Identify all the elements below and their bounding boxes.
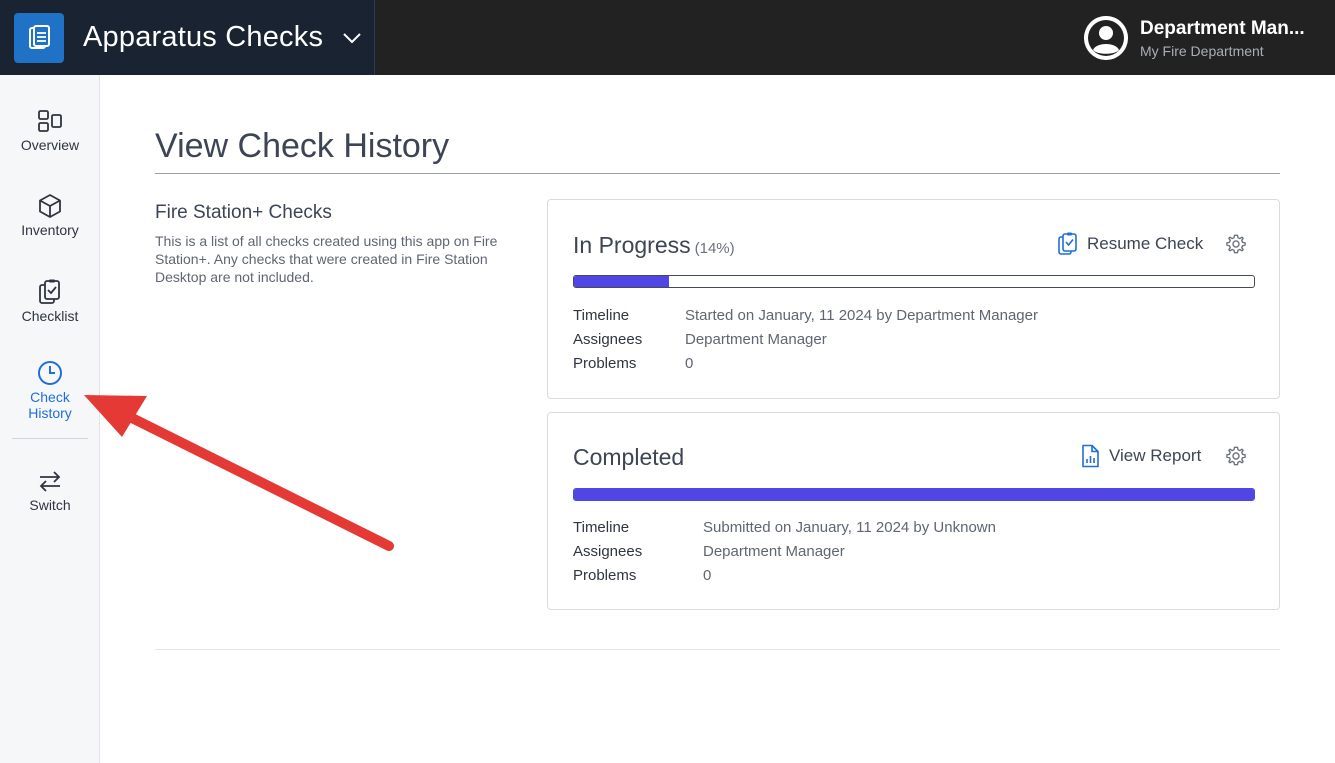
card-status: Completed [573, 444, 685, 470]
problems-value: 0 [685, 355, 694, 372]
view-report-label: View Report [1109, 446, 1202, 465]
sidebar-item-label: Inventory [21, 222, 79, 238]
check-card-completed: Completed View Report Timeline Submitted… [547, 412, 1280, 610]
sidebar-item-label: Check [30, 389, 70, 405]
problems-value: 0 [703, 567, 712, 584]
user-circle-icon [1084, 16, 1128, 60]
timeline-label: Timeline [573, 519, 630, 536]
check-card-in-progress: In Progress (14%) Resume Check Timeline … [547, 199, 1280, 399]
view-report-button[interactable]: View Report [1079, 444, 1201, 468]
file-chart-icon [1082, 444, 1099, 468]
timeline-label: Timeline [573, 307, 630, 324]
sidebar-item-overview[interactable]: Overview [0, 107, 100, 153]
chevron-down-icon[interactable] [340, 26, 364, 50]
sidebar-item-label: Switch [29, 497, 71, 513]
card-percent: (14%) [694, 240, 735, 257]
timeline-value: Started on January, 11 2024 by Departmen… [685, 307, 1038, 324]
sidebar-divider [12, 438, 88, 439]
sidebar-item-checklist[interactable]: Checklist [0, 278, 100, 324]
resume-check-button[interactable]: Resume Check [1057, 232, 1203, 256]
cube-icon [39, 194, 61, 218]
clipboard-check-icon [39, 279, 60, 304]
gear-icon[interactable] [1225, 445, 1247, 467]
problems-label: Problems [573, 355, 637, 372]
app-switcher[interactable]: Apparatus Checks [0, 0, 375, 75]
gear-icon[interactable] [1225, 233, 1247, 255]
layout-icon [38, 110, 62, 132]
assignees-value: Department Manager [685, 331, 827, 348]
sidebar-item-inventory[interactable]: Inventory [0, 192, 100, 238]
timeline-value: Submitted on January, 11 2024 by Unknown [703, 519, 996, 536]
resume-check-label: Resume Check [1087, 234, 1204, 253]
progress-bar-fill [574, 489, 1254, 500]
progress-bar [573, 488, 1255, 501]
assignees-label: Assignees [573, 543, 643, 560]
problems-label: Problems [573, 567, 637, 584]
top-bar: Apparatus Checks Department Man... My Fi… [0, 0, 1335, 75]
sidebar-item-switch[interactable]: Switch [0, 467, 100, 513]
section-description: This is a list of all checks created usi… [155, 233, 498, 285]
clipboard-check-icon [1058, 232, 1077, 255]
clock-icon [38, 361, 62, 385]
clipboard-list-icon [14, 12, 64, 63]
arrows-swap-icon [39, 471, 61, 492]
sidebar-item-label: Checklist [21, 308, 79, 324]
title-divider [155, 173, 1280, 174]
sidebar-item-label: History [28, 405, 72, 421]
app-title: Apparatus Checks [83, 21, 324, 53]
sidebar: Overview Inventory Checklist Check Histo… [0, 75, 100, 763]
card-status: In Progress [573, 232, 691, 258]
progress-bar-fill [574, 276, 670, 287]
content-divider [155, 649, 1280, 650]
user-menu[interactable]: Department Man... My Fire Department [1084, 15, 1315, 61]
user-name: Department Man... [1140, 17, 1305, 39]
section-title: Fire Station+ Checks [155, 202, 332, 223]
assignees-value: Department Manager [703, 543, 845, 560]
user-department: My Fire Department [1140, 42, 1264, 59]
assignees-label: Assignees [573, 331, 643, 348]
sidebar-item-check-history[interactable]: Check History [0, 359, 100, 421]
sidebar-item-label: Overview [20, 137, 80, 153]
progress-bar [573, 275, 1255, 288]
page-title: View Check History [155, 127, 450, 165]
